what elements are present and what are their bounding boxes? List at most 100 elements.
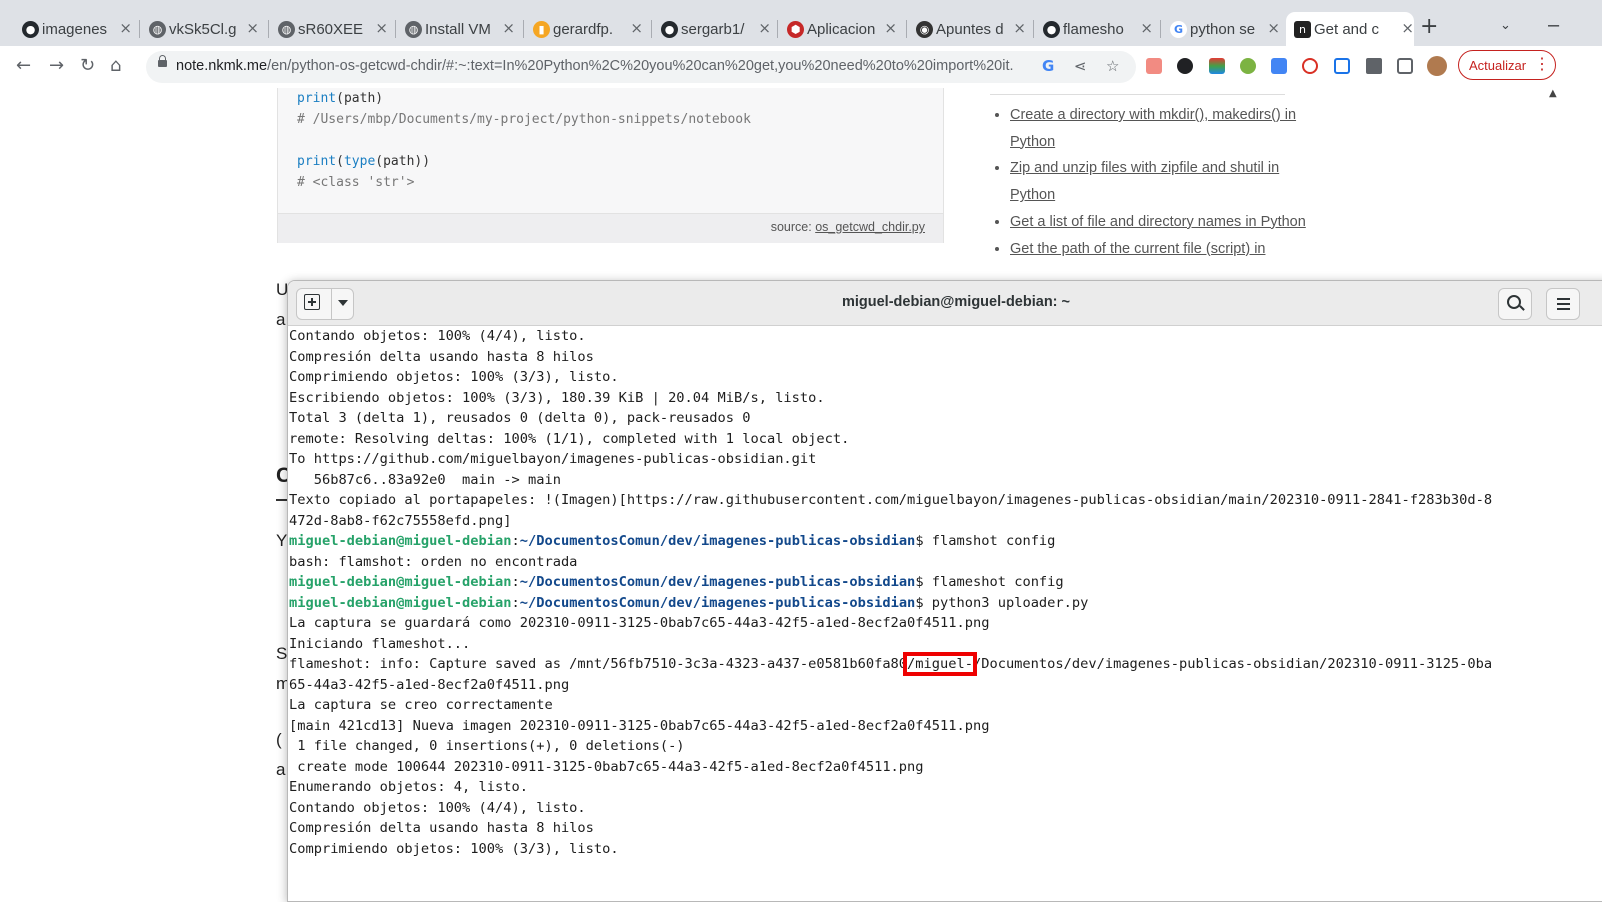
output-text: La captura se creo correctamente xyxy=(289,697,553,713)
bookmark-star-icon[interactable]: ☆ xyxy=(1106,57,1119,75)
close-icon[interactable]: × xyxy=(119,19,132,37)
close-icon[interactable]: × xyxy=(1013,19,1026,37)
tab-divider xyxy=(523,20,524,38)
nkmk-icon: n xyxy=(1294,21,1311,38)
browser-tab[interactable]: ● imagenes × xyxy=(20,12,132,46)
home-icon[interactable]: ⌂ xyxy=(110,55,121,76)
tab-title: Install VM xyxy=(425,20,491,38)
extension-2-icon[interactable] xyxy=(1177,58,1193,74)
terminal-line: Total 3 (delta 1), reusados 0 (delta 0),… xyxy=(289,408,1602,429)
forward-icon[interactable]: → xyxy=(49,55,64,76)
highlighted-path-segment: /miguel- xyxy=(903,652,977,676)
terminal-line: Comprimiendo objetos: 100% (3/3), listo. xyxy=(289,839,1602,860)
browser-tab[interactable]: ● sergarb1/ × xyxy=(659,12,771,46)
terminal-line: 472d-8ab8-f62c75558efd.png] xyxy=(289,511,1602,532)
browser-tab[interactable]: n Get and c × xyxy=(1286,12,1414,46)
terminal-header-bar: miguel-debian@miguel-debian: ~ xyxy=(288,281,1602,326)
output-text: 56b87c6..83a92e0 main -> main xyxy=(289,471,561,488)
browser-tab[interactable]: ◍ sR60XEE × xyxy=(276,12,388,46)
tab-search-icon[interactable]: ⌄ xyxy=(1500,18,1511,33)
browser-toolbar: ← → ↻ ⌂ note.nkmk.me/en/python-os-getcwd… xyxy=(0,46,1602,89)
code-text: ( xyxy=(336,154,344,169)
browser-tab[interactable]: ● flamesho × xyxy=(1041,12,1153,46)
terminal-output[interactable]: Contando objetos: 100% (4/4), listo. Comp… xyxy=(289,326,1602,859)
code-line: print(type(path)) xyxy=(297,154,430,169)
close-icon[interactable]: × xyxy=(375,19,388,37)
output-text: Comprimiendo objetos: 100% (3/3), listo. xyxy=(289,369,619,385)
close-icon[interactable]: × xyxy=(502,19,515,37)
browser-tab[interactable]: ◉ Apuntes d × xyxy=(914,12,1026,46)
save-icon[interactable] xyxy=(1334,58,1350,74)
output-text: 1 file changed, 0 insertions(+), 0 delet… xyxy=(289,738,685,754)
reload-icon[interactable]: ↻ xyxy=(80,55,95,76)
text-fragment: a xyxy=(276,760,286,779)
tab-title: Aplicacion xyxy=(807,20,875,38)
scroll-up-icon[interactable]: ▲ xyxy=(1549,88,1557,99)
terminal-line: Compresión delta usando hasta 8 hilos xyxy=(289,347,1602,368)
close-icon[interactable]: × xyxy=(630,19,643,37)
prompt-symbol: $ xyxy=(915,533,924,549)
browser-tab[interactable]: ▮ gerardfp. × xyxy=(531,12,643,46)
tab-divider xyxy=(651,20,652,38)
prompt-user: miguel-debian@miguel-debian xyxy=(289,594,512,611)
menu-kebab-icon[interactable]: ⋮ xyxy=(1534,54,1550,74)
browser-tab[interactable]: ◍ Install VM × xyxy=(403,12,515,46)
output-text: Compresión delta usando hasta 8 hilos xyxy=(289,348,594,365)
address-bar[interactable]: note.nkmk.me/en/python-os-getcwd-chdir/#… xyxy=(146,51,1136,83)
side-panel-icon[interactable] xyxy=(1397,58,1413,74)
browser-tab[interactable]: ◍ vkSk5Cl.g × xyxy=(147,12,259,46)
close-icon[interactable]: × xyxy=(1267,19,1280,37)
list-item: Get a list of file and directory names i… xyxy=(1010,209,1310,236)
back-icon[interactable]: ← xyxy=(16,55,31,76)
profile-avatar[interactable] xyxy=(1427,56,1447,76)
close-icon[interactable]: × xyxy=(758,19,771,37)
list-item: Get the path of the current file (script… xyxy=(1010,236,1310,263)
terminal-line: flameshot: info: Capture saved as /mnt/5… xyxy=(289,652,1602,676)
window-minimize-button[interactable]: – xyxy=(1548,14,1559,37)
list-item: Create a directory with mkdir(), makedir… xyxy=(1010,102,1310,155)
close-icon[interactable]: × xyxy=(1401,19,1414,37)
output-text: To https://github.com/miguelbayon/imagen… xyxy=(289,451,817,467)
source-link[interactable]: os_getcwd_chdir.py xyxy=(815,220,925,234)
extension-6-icon[interactable] xyxy=(1302,58,1318,74)
output-text: Enumerando objetos: 4, listo. xyxy=(289,779,528,795)
tab-divider xyxy=(906,20,907,38)
terminal-window[interactable]: miguel-debian@miguel-debian: ~ Contando … xyxy=(287,280,1602,902)
translate-icon[interactable] xyxy=(1271,58,1287,74)
share-icon[interactable]: ⋖ xyxy=(1074,57,1087,75)
url-text[interactable]: note.nkmk.me/en/python-os-getcwd-chdir/#… xyxy=(176,58,1014,74)
red-shield-icon: ⬢ xyxy=(787,21,804,38)
terminal-search-button[interactable] xyxy=(1498,288,1532,320)
extensions-puzzle-icon[interactable] xyxy=(1366,58,1382,74)
output-text: Contando objetos: 100% (4/4), listo. xyxy=(289,799,586,816)
browser-tab[interactable]: ⬢ Aplicacion × xyxy=(785,12,897,46)
output-text: Iniciando flameshot... xyxy=(289,635,471,652)
search-icon-handle xyxy=(1519,305,1525,311)
close-icon[interactable]: × xyxy=(1140,19,1153,37)
browser-tab[interactable]: Gpython se × xyxy=(1168,12,1280,46)
prompt-path: ~/DocumentosComun/dev/imagenes-publicas-… xyxy=(519,594,916,611)
extension-1-icon[interactable] xyxy=(1146,58,1162,74)
output-text: Total 3 (delta 1), reusados 0 (delta 0),… xyxy=(289,410,751,426)
terminal-line: miguel-debian@miguel-debian:~/Documentos… xyxy=(289,593,1602,614)
close-icon[interactable]: × xyxy=(246,19,259,37)
lock-icon[interactable] xyxy=(158,55,167,67)
new-tab-button[interactable]: + xyxy=(1420,14,1438,39)
prompt-path: ~/DocumentosComun/dev/imagenes-publicas-… xyxy=(519,533,916,549)
text-fragment: a xyxy=(276,310,286,329)
code-block: print(path) # /Users/mbp/Documents/my-pro… xyxy=(277,88,944,243)
related-link[interactable]: Get the path of the current file (script… xyxy=(1010,241,1265,257)
code-text: (path)) xyxy=(375,154,431,169)
extension-3-icon[interactable] xyxy=(1209,58,1225,74)
terminal-menu-button[interactable] xyxy=(1546,288,1580,320)
related-link[interactable]: Create a directory with mkdir(), makedir… xyxy=(1010,107,1296,150)
close-icon[interactable]: × xyxy=(884,19,897,37)
related-link[interactable]: Zip and unzip files with zipfile and shu… xyxy=(1010,160,1279,203)
tab-divider xyxy=(395,20,396,38)
terminal-line: La captura se guardará como 202310-0911-… xyxy=(289,613,1602,634)
extension-4-icon[interactable] xyxy=(1240,58,1256,74)
related-link[interactable]: Get a list of file and directory names i… xyxy=(1010,214,1306,230)
output-text: [main 421cd13] Nueva imagen 202310-0911-… xyxy=(289,717,990,734)
google-lens-icon[interactable]: G xyxy=(1042,57,1054,75)
command-text: flameshot config xyxy=(923,574,1064,590)
